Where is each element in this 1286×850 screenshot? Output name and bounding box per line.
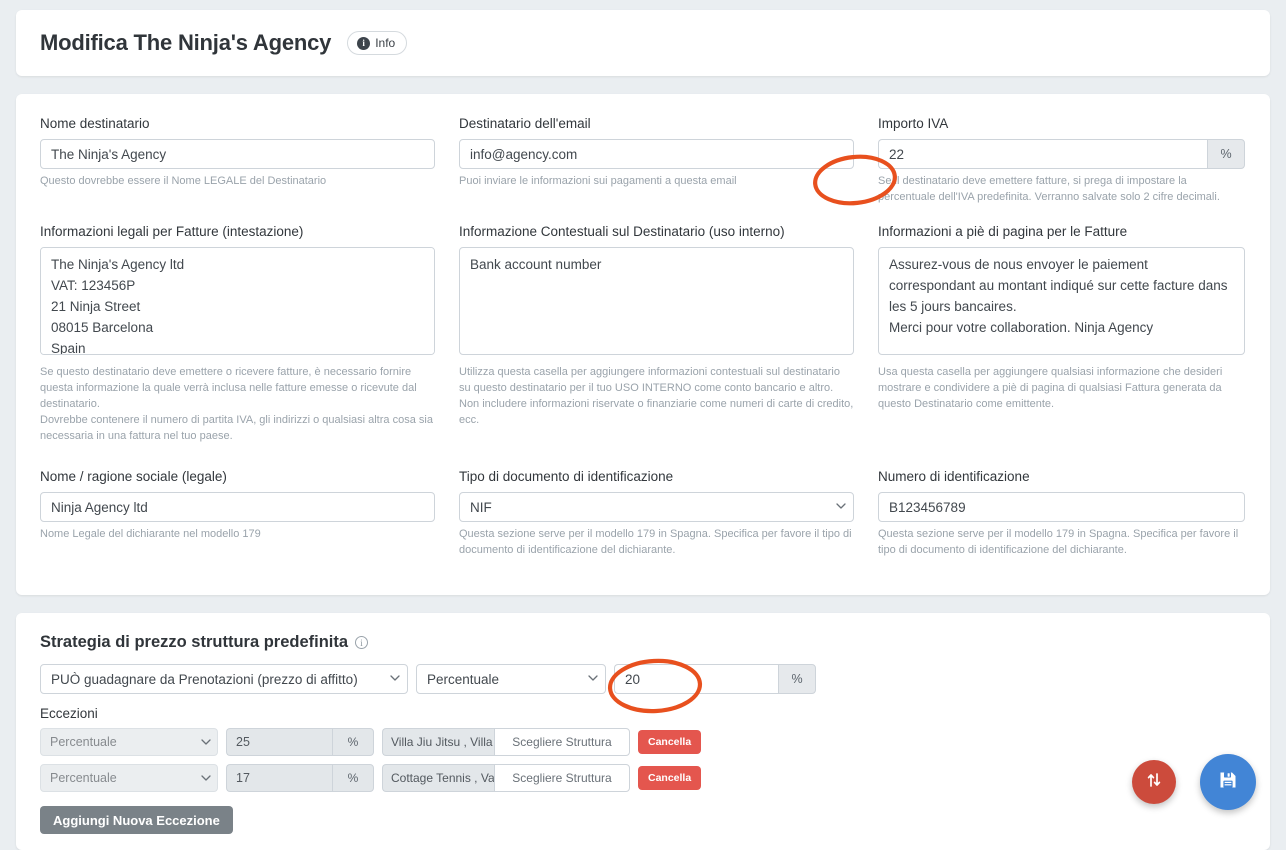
exception-percent-addon: % <box>332 764 374 792</box>
exception-properties-group: Villa Jiu Jitsu , Villa Boy Scegliere St… <box>382 728 630 756</box>
field-contextual-info: Informazione Contestuali sul Destinatari… <box>459 224 854 445</box>
exception-type-select[interactable]: Percentuale <box>40 764 218 792</box>
strategy-type-select[interactable]: Percentuale <box>416 664 606 694</box>
sort-fab-button[interactable] <box>1132 760 1176 804</box>
legal-info-label: Informazioni legali per Fatture (intesta… <box>40 224 435 240</box>
exception-type-select-wrap: Percentuale <box>40 764 218 792</box>
exception-delete-button[interactable]: Cancella <box>638 730 701 754</box>
form-row-1: Nome destinatario Questo dovrebbe essere… <box>40 116 1246 224</box>
strategy-amount-input[interactable] <box>614 664 778 694</box>
strategy-amount-group: % <box>614 664 816 694</box>
add-exception-button[interactable]: Aggiungi Nuova Eccezione <box>40 806 233 834</box>
exception-amount-input[interactable] <box>226 764 332 792</box>
vat-amount-group: % <box>878 139 1245 169</box>
exception-choose-property-button[interactable]: Scegliere Struttura <box>494 728 630 756</box>
exception-amount-group: % <box>226 764 374 792</box>
exception-type-select[interactable]: Percentuale <box>40 728 218 756</box>
doc-type-hint: Questa sezione serve per il modello 179 … <box>459 527 854 559</box>
field-legal-name: Nome / ragione sociale (legale) Nome Leg… <box>40 469 435 559</box>
exception-type-select-wrap: Percentuale <box>40 728 218 756</box>
field-footer-info: Informazioni a piè di pagina per le Fatt… <box>878 224 1245 445</box>
exception-amount-input[interactable] <box>226 728 332 756</box>
email-input[interactable] <box>459 139 854 169</box>
save-fab-button[interactable] <box>1200 754 1256 810</box>
exceptions-label: Eccezioni <box>40 706 1246 721</box>
doc-number-input[interactable] <box>878 492 1245 522</box>
doc-type-select[interactable]: NIF <box>459 492 854 522</box>
page-root: Modifica The Ninja's Agency i Info Nome … <box>0 10 1286 848</box>
field-doc-type: Tipo di documento di identificazione NIF… <box>459 469 854 559</box>
recipient-name-hint: Questo dovrebbe essere il Nome LEGALE de… <box>40 174 435 190</box>
pricing-section-title: Strategia di prezzo struttura predefinit… <box>40 633 348 652</box>
contextual-info-textarea[interactable]: Bank account number <box>459 247 854 355</box>
default-strategy-row: PUÒ guadagnare da Prenotazioni (prezzo d… <box>40 664 1246 694</box>
exception-properties-group: Cottage Tennis , Vacatio Scegliere Strut… <box>382 764 630 792</box>
doc-number-hint: Questa sezione serve per il modello 179 … <box>878 527 1245 559</box>
info-button-label: Info <box>375 36 395 50</box>
email-label: Destinatario dell'email <box>459 116 854 132</box>
vat-amount-input[interactable] <box>878 139 1207 169</box>
field-doc-number: Numero di identificazione Questa sezione… <box>878 469 1245 559</box>
recipient-form-card: Nome destinatario Questo dovrebbe essere… <box>16 94 1270 595</box>
form-row-3: Nome / ragione sociale (legale) Nome Leg… <box>40 469 1246 577</box>
vat-amount-hint: Se il destinatario deve emettere fatture… <box>878 174 1245 206</box>
pricing-strategy-card: Strategia di prezzo struttura predefinit… <box>16 613 1270 850</box>
recipient-name-label: Nome destinatario <box>40 116 435 132</box>
legal-name-label: Nome / ragione sociale (legale) <box>40 469 435 485</box>
strategy-select[interactable]: PUÒ guadagnare da Prenotazioni (prezzo d… <box>40 664 408 694</box>
vat-amount-label: Importo IVA <box>878 116 1245 132</box>
legal-info-hint: Se questo destinatario deve emettere o r… <box>40 365 435 445</box>
exception-delete-button[interactable]: Cancella <box>638 766 701 790</box>
recipient-name-input[interactable] <box>40 139 435 169</box>
footer-info-hint: Usa questa casella per aggiungere qualsi… <box>878 365 1245 413</box>
legal-info-textarea[interactable]: The Ninja's Agency ltd VAT: 123456P 21 N… <box>40 247 435 355</box>
email-hint: Puoi inviare le informazioni sui pagamen… <box>459 174 854 190</box>
legal-name-input[interactable] <box>40 492 435 522</box>
exception-row: Percentuale % Villa Jiu Jitsu , Villa Bo… <box>40 728 1246 756</box>
contextual-info-label: Informazione Contestuali sul Destinatari… <box>459 224 854 240</box>
field-vat-amount: Importo IVA % Se il destinatario deve em… <box>878 116 1245 206</box>
vat-amount-percent-addon: % <box>1207 139 1245 169</box>
legal-name-hint: Nome Legale del dichiarante nel modello … <box>40 527 435 543</box>
floppy-save-icon <box>1217 769 1239 796</box>
doc-number-label: Numero di identificazione <box>878 469 1245 485</box>
info-circle-icon: i <box>355 636 368 649</box>
exception-choose-property-button[interactable]: Scegliere Struttura <box>494 764 630 792</box>
info-button[interactable]: i Info <box>347 31 407 55</box>
exception-amount-group: % <box>226 728 374 756</box>
exception-row: Percentuale % Cottage Tennis , Vacatio S… <box>40 764 1246 792</box>
info-circle-icon: i <box>357 37 370 50</box>
contextual-info-hint: Utilizza questa casella per aggiungere i… <box>459 365 854 429</box>
footer-info-label: Informazioni a piè di pagina per le Fatt… <box>878 224 1245 240</box>
exception-properties-list: Cottage Tennis , Vacatio <box>382 764 494 792</box>
exception-properties-list: Villa Jiu Jitsu , Villa Boy <box>382 728 494 756</box>
sort-arrows-icon <box>1144 770 1164 795</box>
field-legal-info: Informazioni legali per Fatture (intesta… <box>40 224 435 445</box>
field-recipient-name: Nome destinatario Questo dovrebbe essere… <box>40 116 435 206</box>
page-title: Modifica The Ninja's Agency <box>40 30 331 56</box>
footer-info-textarea[interactable]: Assurez-vous de nous envoyer le paiement… <box>878 247 1245 355</box>
pricing-section-title-row: Strategia di prezzo struttura predefinit… <box>40 633 1246 652</box>
exception-percent-addon: % <box>332 728 374 756</box>
field-email: Destinatario dell'email Puoi inviare le … <box>459 116 854 206</box>
strategy-amount-percent-addon: % <box>778 664 816 694</box>
strategy-select-wrap: PUÒ guadagnare da Prenotazioni (prezzo d… <box>40 664 408 694</box>
strategy-type-select-wrap: Percentuale <box>416 664 606 694</box>
doc-type-select-wrap: NIF <box>459 492 854 522</box>
doc-type-label: Tipo di documento di identificazione <box>459 469 854 485</box>
header-card: Modifica The Ninja's Agency i Info <box>16 10 1270 76</box>
form-row-2: Informazioni legali per Fatture (intesta… <box>40 224 1246 463</box>
